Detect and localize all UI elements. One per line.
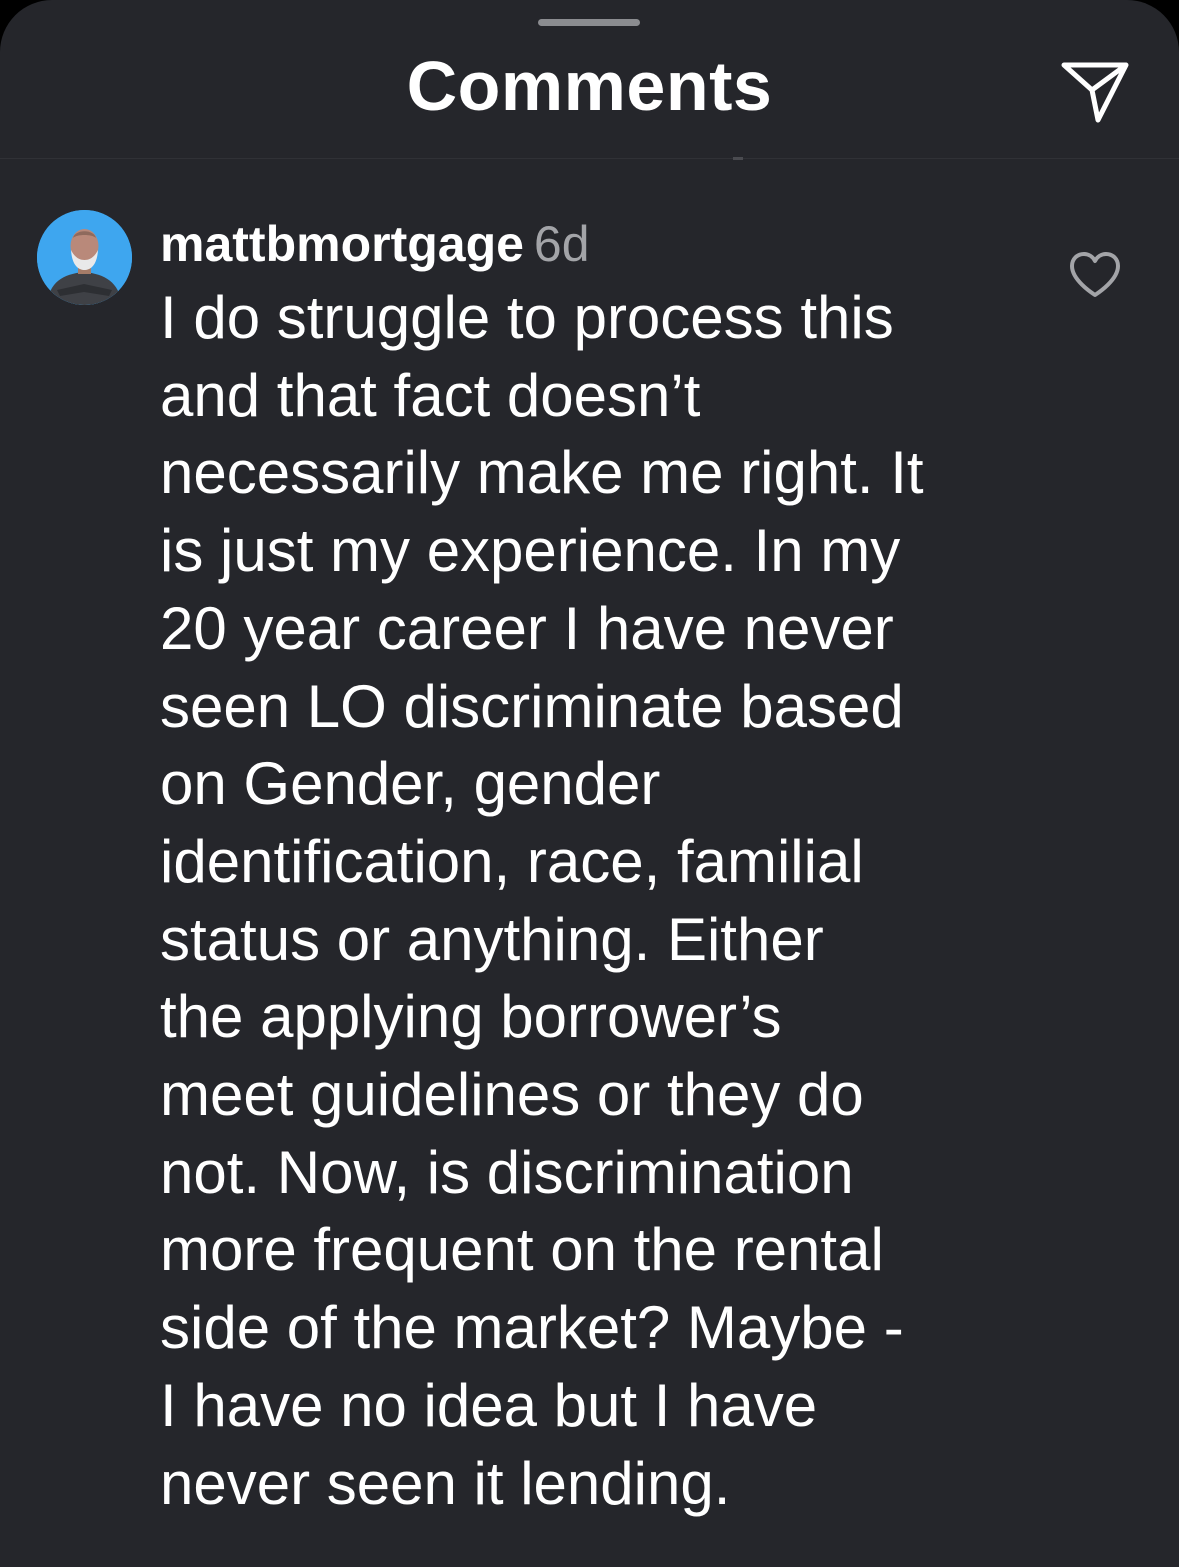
comment-header: mattbmortgage 6d [160,205,1040,283]
header-divider [0,158,1179,159]
comment-username[interactable]: mattbmortgage [160,216,524,272]
scroll-indicator [733,157,743,160]
comments-sheet: Comments mattbmortgage 6d I do struggle t… [0,0,1179,1567]
sheet-title: Comments [406,47,773,125]
profile-photo [37,210,132,305]
heart-outline-icon [1070,252,1120,297]
comment-text: I do struggle to process this and that f… [160,284,924,1517]
sheet-grabber-handle[interactable] [538,19,640,26]
comment-timestamp: 6d [533,216,590,272]
paper-plane-icon [1061,62,1129,123]
like-button[interactable] [1068,250,1122,300]
comment-body: mattbmortgage 6d I do struggle to process… [160,205,1040,1522]
share-button[interactable] [1058,60,1132,126]
avatar[interactable] [37,210,132,305]
